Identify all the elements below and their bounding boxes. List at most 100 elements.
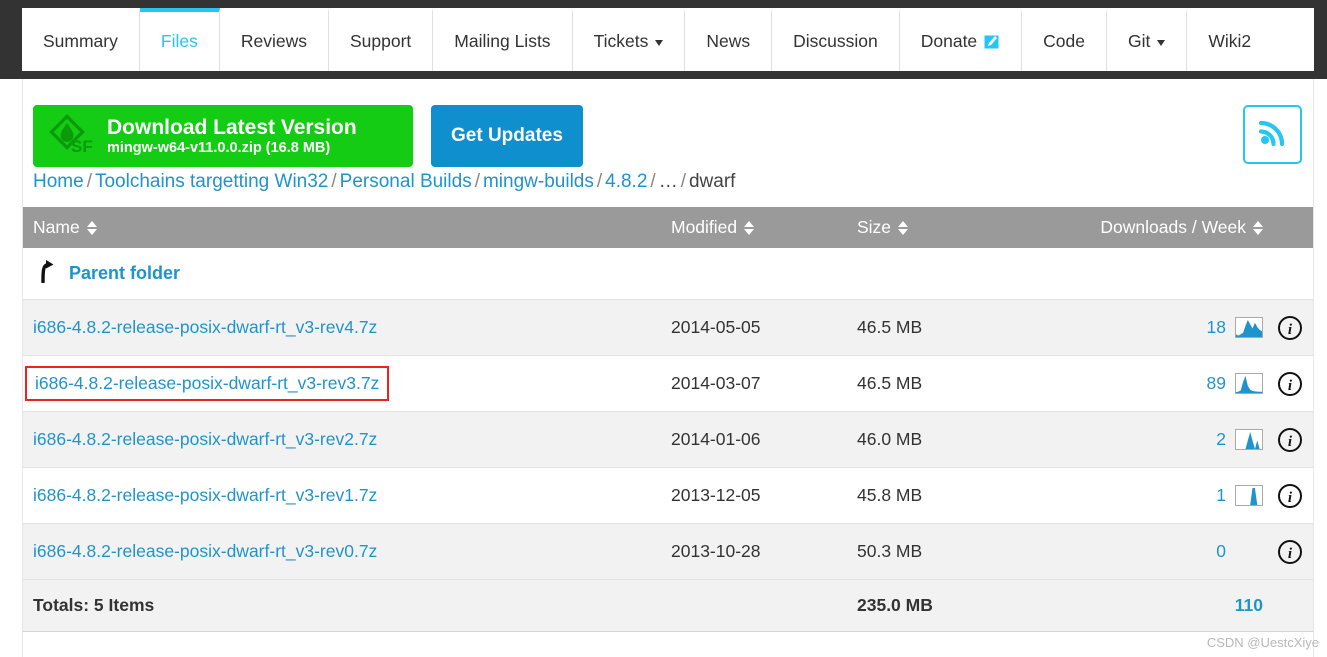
breadcrumb-item-0[interactable]: Home — [33, 171, 84, 192]
breadcrumb-separator: / — [86, 171, 92, 192]
info-circle-icon[interactable]: i — [1267, 539, 1313, 565]
file-name-link[interactable]: i686-4.8.2-release-posix-dwarf-rt_v3-rev… — [33, 429, 377, 449]
nav-tab-label: Discussion — [793, 31, 878, 51]
column-header-modified[interactable]: Modified — [671, 217, 857, 238]
parent-folder-row[interactable]: Parent folder — [23, 248, 1313, 300]
svg-text:i: i — [1288, 322, 1293, 338]
sort-icon — [898, 220, 909, 235]
file-name-cell: i686-4.8.2-release-posix-dwarf-rt_v3-rev… — [23, 317, 671, 338]
files-table-body: i686-4.8.2-release-posix-dwarf-rt_v3-rev… — [23, 300, 1313, 580]
nav-tab-label: Donate — [920, 31, 978, 51]
downloads-count[interactable]: 2 — [1216, 429, 1226, 450]
file-name-link[interactable]: i686-4.8.2-release-posix-dwarf-rt_v3-rev… — [33, 541, 377, 561]
rss-feed-icon — [1256, 115, 1290, 154]
nav-tab-files[interactable]: Files — [139, 8, 220, 71]
parent-folder-link[interactable]: Parent folder — [23, 259, 671, 288]
nav-tab-support[interactable]: Support — [329, 8, 434, 71]
file-modified-date: 2013-10-28 — [671, 541, 761, 561]
nav-tab-discussion[interactable]: Discussion — [772, 8, 900, 71]
file-modified-date: 2014-05-05 — [671, 317, 761, 337]
breadcrumb-item-4[interactable]: 4.8.2 — [605, 171, 647, 192]
download-latest-version-button[interactable]: SF Download Latest Version mingw-w64-v11… — [33, 105, 413, 167]
breadcrumb: Home / Toolchains targetting Win32/Persona… — [33, 171, 735, 193]
nav-tab-label: Summary — [43, 31, 118, 51]
nav-tab-label: News — [706, 31, 751, 51]
sort-icon — [1253, 220, 1263, 235]
nav-tab-label: Files — [160, 31, 198, 51]
external-link-icon — [984, 34, 1000, 50]
file-name-link[interactable]: i686-4.8.2-release-posix-dwarf-rt_v3-rev… — [25, 366, 390, 401]
column-header-downloads[interactable]: Downloads / Week — [1047, 217, 1267, 238]
info-circle-icon[interactable]: i — [1267, 371, 1313, 397]
table-row[interactable]: i686-4.8.2-release-posix-dwarf-rt_v3-rev… — [23, 412, 1313, 468]
sort-icon — [744, 220, 755, 235]
files-table-header: Name Modified Size Downloads / Week — [23, 207, 1313, 248]
file-name-cell: i686-4.8.2-release-posix-dwarf-rt_v3-rev… — [23, 366, 671, 401]
nav-tab-wiki2[interactable]: Wiki2 — [1187, 8, 1272, 71]
files-table: Name Modified Size Downloads / Week Pare… — [23, 207, 1313, 632]
nav-tab-code[interactable]: Code — [1022, 8, 1108, 71]
watermark: CSDN @UestcXiye — [1206, 635, 1319, 650]
table-row[interactable]: i686-4.8.2-release-posix-dwarf-rt_v3-rev… — [23, 468, 1313, 524]
column-header-name-label: Name — [33, 217, 80, 237]
svg-text:i: i — [1288, 546, 1293, 562]
parent-folder-arrow-icon — [37, 259, 57, 288]
breadcrumb-separator: / — [650, 171, 656, 192]
totals-downloads: 110 — [1234, 595, 1263, 615]
downloads-sparkline — [1235, 485, 1263, 506]
nav-tab-label: Git — [1128, 31, 1151, 51]
file-size: 50.3 MB — [857, 541, 923, 561]
breadcrumb-item-1[interactable]: Toolchains targetting Win32 — [95, 171, 328, 192]
breadcrumb-item-5: … — [658, 171, 678, 192]
download-subtitle: mingw-w64-v11.0.0.zip (16.8 MB) — [107, 139, 331, 156]
info-circle-icon[interactable]: i — [1267, 427, 1313, 453]
download-title: Download Latest Version — [107, 115, 357, 139]
nav-tab-news[interactable]: News — [685, 8, 773, 71]
chevron-down-icon — [1157, 39, 1166, 46]
totals-row: Totals: 5 Items 235.0 MB 110 — [23, 580, 1313, 632]
nav-tab-mailing-lists[interactable]: Mailing Lists — [433, 8, 573, 71]
nav-tab-git[interactable]: Git — [1107, 8, 1188, 71]
file-name-link[interactable]: i686-4.8.2-release-posix-dwarf-rt_v3-rev… — [33, 317, 377, 337]
nav-tab-label: Mailing Lists — [454, 31, 551, 51]
downloads-cell: 89 — [1047, 373, 1267, 394]
table-row[interactable]: i686-4.8.2-release-posix-dwarf-rt_v3-rev… — [23, 300, 1313, 356]
nav-tab-label: Support — [349, 31, 412, 51]
nav-tab-label: Wiki2 — [1208, 31, 1252, 51]
column-header-name[interactable]: Name — [23, 217, 671, 238]
file-size: 46.0 MB — [857, 429, 923, 449]
nav-tab-donate[interactable]: Donate — [900, 8, 1023, 71]
downloads-cell: 0 — [1047, 541, 1267, 562]
get-updates-button[interactable]: Get Updates — [431, 105, 583, 167]
column-header-size[interactable]: Size — [857, 217, 1047, 238]
breadcrumb-item-2[interactable]: Personal Builds — [340, 171, 472, 192]
downloads-count[interactable]: 89 — [1207, 373, 1226, 394]
project-nav-tabs: Summary Files Reviews Support Mailing Lists T… — [22, 8, 1314, 71]
downloads-count[interactable]: 18 — [1207, 317, 1226, 338]
breadcrumb-separator: / — [680, 171, 686, 192]
breadcrumb-item-3[interactable]: mingw-builds — [483, 171, 594, 192]
nav-tab-reviews[interactable]: Reviews — [220, 8, 329, 71]
svg-text:i: i — [1288, 434, 1293, 450]
nav-tab-label: Code — [1043, 31, 1086, 51]
info-circle-icon[interactable]: i — [1267, 315, 1313, 341]
downloads-cell: 18 — [1047, 317, 1267, 338]
table-row[interactable]: i686-4.8.2-release-posix-dwarf-rt_v3-rev… — [23, 524, 1313, 580]
downloads-cell: 1 — [1047, 485, 1267, 506]
table-row[interactable]: i686-4.8.2-release-posix-dwarf-rt_v3-rev… — [23, 356, 1313, 412]
file-modified-date: 2014-03-07 — [671, 373, 761, 393]
nav-tab-tickets[interactable]: Tickets — [573, 8, 686, 71]
chevron-down-icon — [655, 39, 664, 46]
sourceforge-files-page: Summary Files Reviews Support Mailing Lists T… — [0, 0, 1327, 657]
downloads-count[interactable]: 0 — [1216, 541, 1226, 562]
downloads-sparkline — [1235, 373, 1263, 394]
info-circle-icon[interactable]: i — [1267, 483, 1313, 509]
totals-label: Totals: 5 Items — [33, 595, 155, 615]
files-panel: SF Download Latest Version mingw-w64-v11… — [22, 79, 1314, 657]
downloads-count[interactable]: 1 — [1216, 485, 1226, 506]
rss-feed-button[interactable] — [1243, 105, 1302, 164]
nav-tab-summary[interactable]: Summary — [22, 8, 140, 71]
breadcrumb-item-6: dwarf — [688, 171, 736, 192]
file-name-link[interactable]: i686-4.8.2-release-posix-dwarf-rt_v3-rev… — [33, 485, 377, 505]
file-size: 45.8 MB — [857, 485, 923, 505]
